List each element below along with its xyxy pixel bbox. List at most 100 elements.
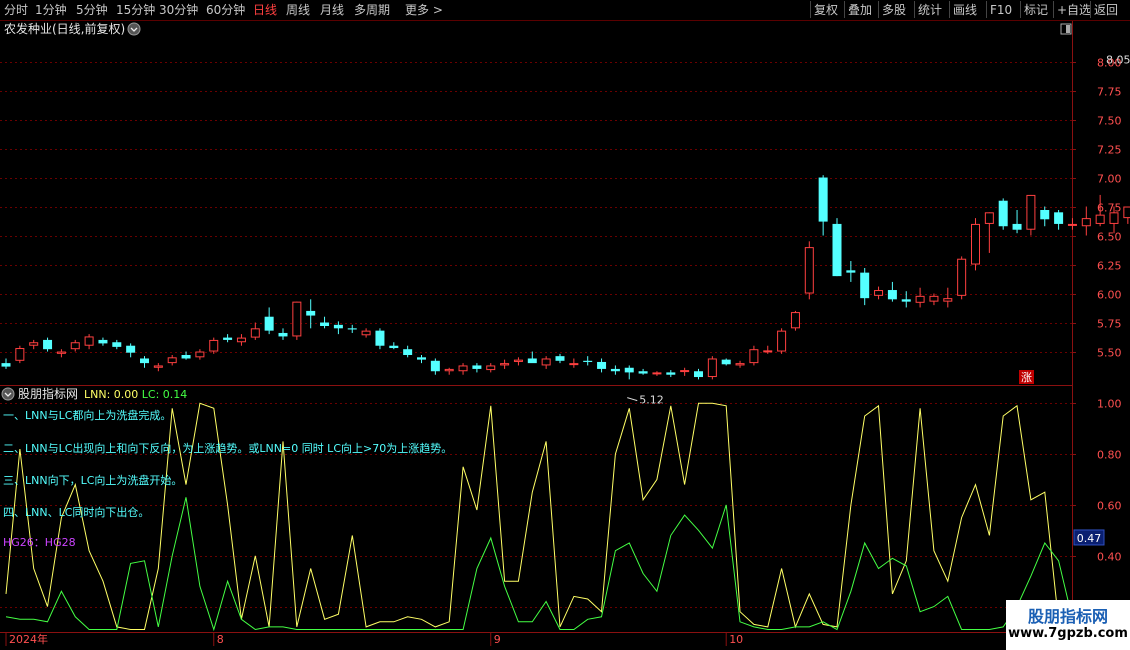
candle [860, 268, 870, 306]
candle-body [749, 349, 759, 364]
rise-badge: 涨 [1019, 370, 1034, 384]
candle [84, 334, 94, 350]
candle [583, 356, 593, 366]
candle-body [818, 177, 828, 222]
candle [749, 345, 759, 366]
candle [846, 261, 856, 282]
candle [320, 316, 330, 329]
candle [264, 307, 274, 335]
candle-body [832, 223, 842, 277]
candle-body [209, 339, 219, 352]
candle [707, 356, 717, 380]
indicator-note-4: 四、LNN、LC同时向下出仓。 [3, 505, 149, 519]
candle-body [195, 351, 205, 358]
candle-body [998, 200, 1008, 227]
ind-tick-label: 0.60 [1097, 500, 1122, 513]
candle-body [29, 342, 39, 346]
candle-body [320, 322, 330, 326]
candle-body [1, 363, 11, 367]
candle [29, 339, 39, 350]
candle [126, 343, 136, 358]
candle-body [915, 295, 925, 303]
candle-body [707, 358, 717, 378]
candle-body [223, 337, 233, 340]
candle-body [652, 372, 662, 375]
candle [195, 349, 205, 360]
chevron-down-icon [1, 387, 15, 401]
candle [624, 365, 634, 380]
candle-body [763, 350, 773, 353]
k-tick-label: 5.50 [1097, 347, 1122, 360]
candle-body [735, 363, 745, 366]
candle [638, 368, 648, 375]
candle [998, 198, 1008, 230]
candle [250, 322, 260, 340]
k-tick-label: 6.00 [1097, 289, 1122, 302]
candle [694, 368, 703, 380]
candle [887, 281, 897, 302]
ind-tick-label: 0.40 [1097, 551, 1122, 564]
candle [541, 356, 551, 369]
candle-body [140, 358, 149, 364]
candle-body [1067, 223, 1077, 226]
candle-body [181, 355, 191, 359]
chevron-down-icon [127, 22, 141, 36]
candle-body [292, 301, 302, 337]
k-tick-label: 6.25 [1097, 260, 1122, 273]
candle-body [112, 342, 122, 347]
candle-body [500, 363, 510, 366]
candle [1040, 206, 1050, 227]
window-toggle-fill [1066, 25, 1070, 33]
candle [153, 363, 163, 372]
candle-body [486, 365, 496, 371]
candle [971, 218, 980, 271]
chart-texts: 农发种业(日线,前复权) 涨股朋指标网 LNN: 0.00 LC: 0.14 一、LN… [1, 21, 1072, 549]
candle-body [874, 290, 884, 296]
candle-body [236, 337, 246, 343]
max-annotation-label: 8.05 [1106, 54, 1130, 67]
candle [929, 293, 939, 306]
indicator-title: 股朋指标网 [18, 386, 78, 401]
candle [652, 371, 662, 376]
candle-body [167, 357, 177, 364]
legend-lnn: LNN: 0.00 [84, 388, 138, 401]
candle [292, 301, 302, 340]
candle [167, 355, 177, 366]
candle [375, 328, 385, 350]
current-value-label: 0.47 [1077, 532, 1102, 545]
candle-body [153, 365, 163, 368]
candle-body [1040, 210, 1050, 220]
candle-body [264, 316, 274, 331]
candle [472, 363, 482, 373]
k-tick-label: 7.25 [1097, 144, 1122, 157]
indicator-chart: 1.000.800.600.400.200.472024年8910 [0, 398, 1122, 646]
k-tick-label: 7.75 [1097, 86, 1122, 99]
candle-body [901, 299, 911, 302]
candle-body [929, 295, 939, 302]
candle [1081, 206, 1091, 236]
candle [721, 358, 731, 366]
k-tick-label: 7.50 [1097, 115, 1122, 128]
x-tick-label: 2024年 [9, 632, 48, 646]
candle [943, 287, 953, 308]
candle [597, 358, 607, 373]
candle-body [541, 358, 551, 366]
candle [209, 337, 219, 354]
candle [347, 324, 357, 333]
watermark-url: www.7gpzb.com [1008, 626, 1128, 641]
candle-body [1026, 194, 1036, 230]
candle-body [1109, 212, 1119, 224]
candle [403, 345, 413, 358]
ind-tick-label: 1.00 [1097, 398, 1122, 411]
candle-body [846, 270, 856, 273]
candle-body [513, 359, 523, 362]
candle [1012, 210, 1022, 234]
candle-body [306, 310, 316, 316]
candle-body [403, 349, 413, 355]
candle-body [347, 328, 357, 330]
candle [1026, 194, 1036, 236]
candle-body [43, 339, 53, 350]
candle [181, 351, 191, 360]
rise-badge-label: 涨 [1021, 371, 1032, 384]
x-tick-label: 8 [217, 633, 224, 646]
